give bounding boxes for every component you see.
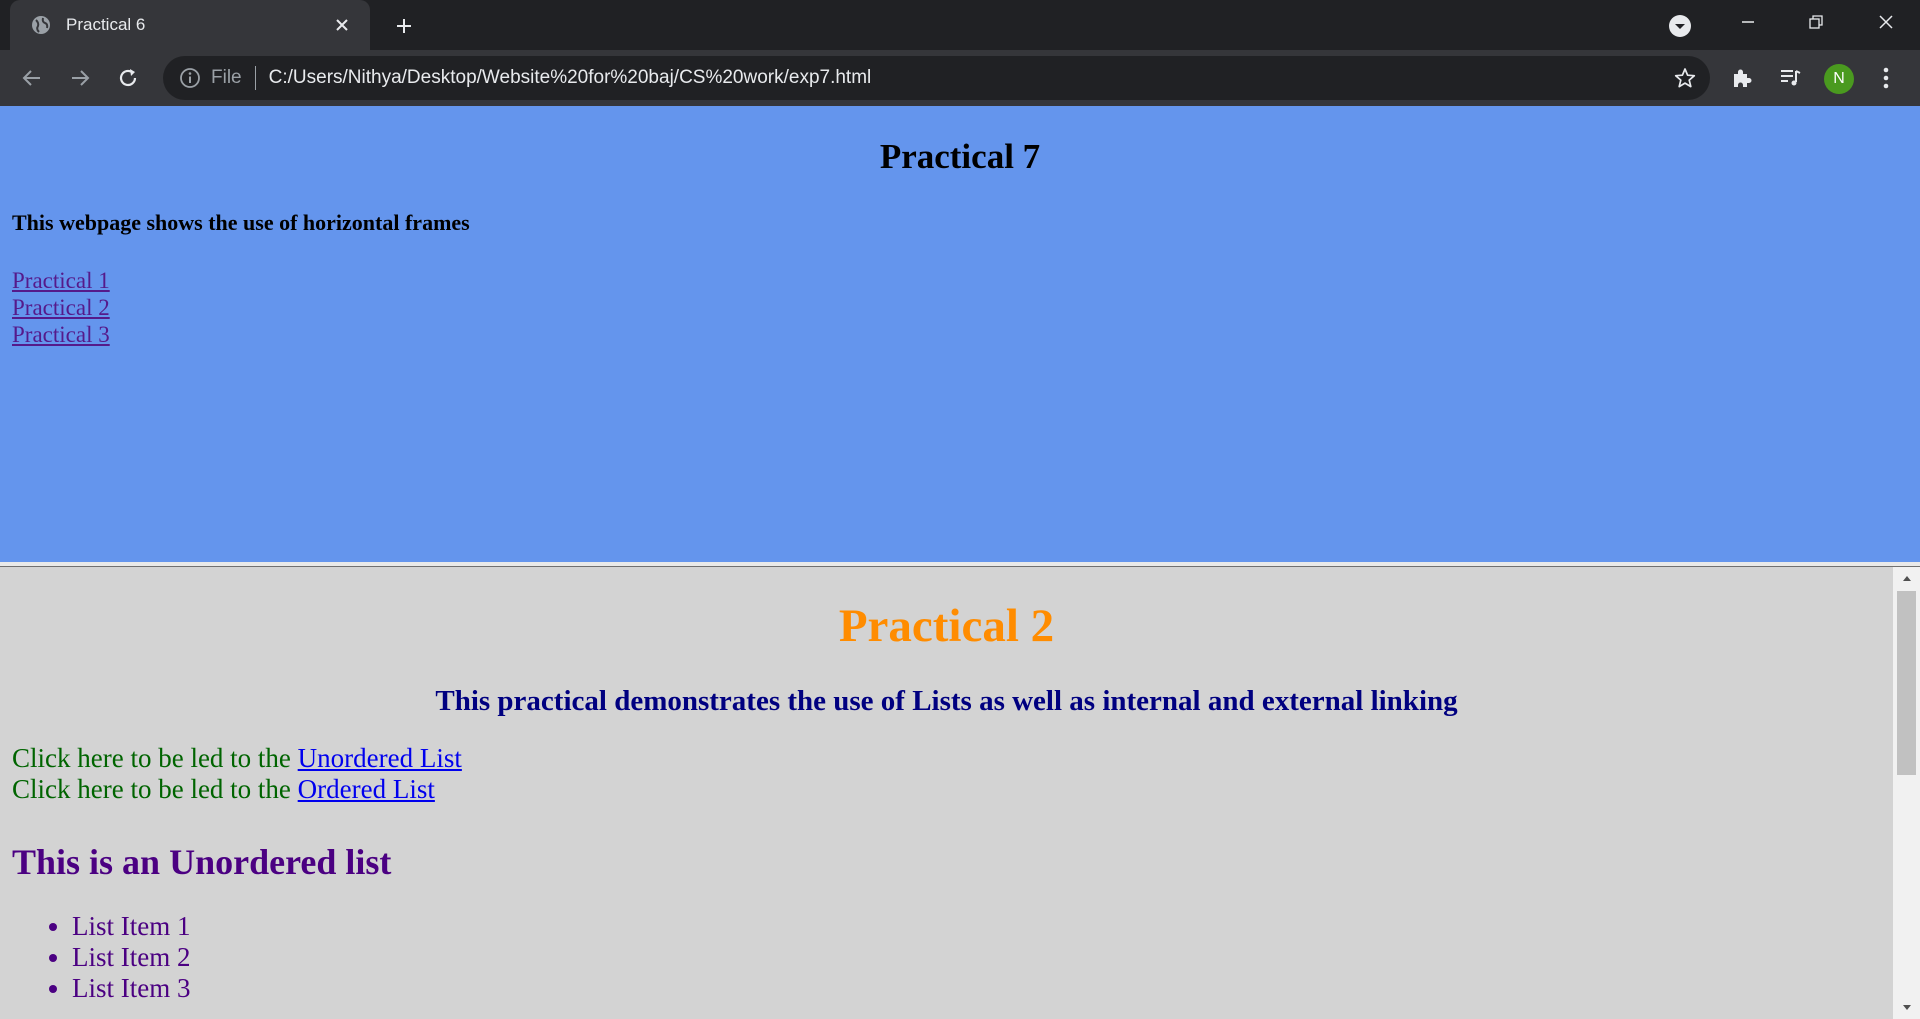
address-bar[interactable]: File C:/Users/Nithya/Desktop/Website%20f…: [163, 56, 1710, 100]
jump-prefix: Click here to be led to the: [12, 743, 291, 773]
list-item: List Item 2: [72, 942, 190, 973]
practical-description: This practical demonstrates the use of L…: [435, 685, 1458, 717]
minimize-button[interactable]: [1714, 0, 1782, 44]
info-icon[interactable]: [179, 67, 201, 89]
scroll-up-arrow-icon[interactable]: [1893, 567, 1920, 589]
scrollbar-thumb[interactable]: [1897, 591, 1916, 775]
close-tab-icon[interactable]: [328, 11, 356, 39]
restore-button[interactable]: [1782, 0, 1850, 44]
list-item: List Item 1: [72, 911, 190, 942]
link-practical-2[interactable]: Practical 2: [12, 294, 110, 321]
close-window-button[interactable]: [1852, 0, 1920, 44]
url-text[interactable]: C:/Users/Nithya/Desktop/Website%20for%20…: [269, 67, 872, 89]
profile-avatar[interactable]: N: [1824, 64, 1854, 94]
back-button[interactable]: [14, 60, 50, 96]
link-ordered-list[interactable]: Ordered List: [298, 774, 435, 804]
tab-title: Practical 6: [66, 15, 146, 34]
jump-line-ordered: Click here to be led to the Ordered List: [12, 774, 435, 805]
link-unordered-list[interactable]: Unordered List: [298, 743, 462, 773]
reload-button[interactable]: [110, 60, 146, 96]
omnibox-divider: [254, 66, 256, 90]
practical-links: Practical 1 Practical 2 Practical 3: [12, 267, 110, 348]
unordered-list: List Item 1 List Item 2 List Item 3: [72, 911, 190, 1004]
list-item: List Item 3: [72, 973, 190, 1004]
page-subtitle: This webpage shows the use of horizontal…: [12, 210, 470, 235]
tab-search-button[interactable]: [1666, 12, 1694, 40]
scroll-down-arrow-icon[interactable]: [1893, 997, 1920, 1019]
link-practical-3[interactable]: Practical 3: [12, 321, 110, 348]
unordered-list-heading: This is an Unordered list: [12, 842, 392, 882]
jump-line-unordered: Click here to be led to the Unordered Li…: [12, 743, 462, 774]
media-control-icon[interactable]: [1774, 62, 1806, 94]
bottom-frame: Practical 2 This practical demonstrates …: [0, 567, 1893, 1019]
jump-prefix: Click here to be led to the: [12, 774, 291, 804]
new-tab-button[interactable]: [388, 10, 420, 42]
bottom-frame-scrollbar[interactable]: [1893, 567, 1920, 1019]
tab-strip: Practical 6: [0, 0, 1920, 50]
globe-icon: [30, 14, 52, 36]
page-title: Practical 7: [879, 137, 1041, 176]
extensions-puzzle-icon[interactable]: [1726, 62, 1758, 94]
top-frame: Practical 7 This webpage shows the use o…: [0, 106, 1920, 562]
practical-heading: Practical 2: [838, 600, 1055, 652]
bookmark-star-icon[interactable]: [1672, 65, 1698, 91]
kebab-menu-icon[interactable]: [1870, 62, 1902, 94]
tab-active[interactable]: Practical 6: [10, 0, 370, 50]
scheme-label: File: [211, 67, 242, 88]
browser-toolbar: File C:/Users/Nithya/Desktop/Website%20f…: [0, 50, 1920, 106]
link-practical-1[interactable]: Practical 1: [12, 267, 110, 294]
forward-button[interactable]: [62, 60, 98, 96]
